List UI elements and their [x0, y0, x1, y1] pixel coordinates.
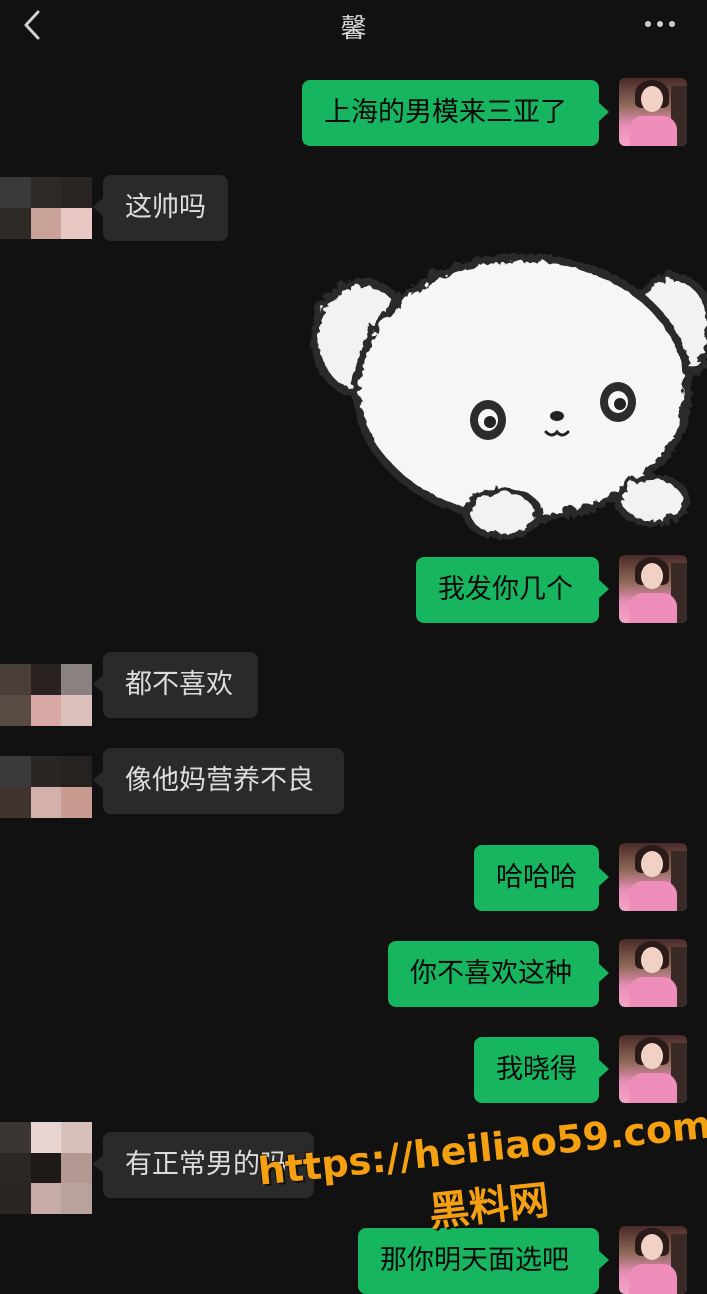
message-bubble-outgoing[interactable]: 你不喜欢这种 — [388, 941, 609, 1007]
my-avatar[interactable] — [619, 555, 687, 623]
contact-avatar-pixelated[interactable] — [0, 756, 92, 818]
contact-avatar-pixelated[interactable] — [0, 664, 92, 726]
my-avatar[interactable] — [619, 78, 687, 146]
my-avatar[interactable] — [619, 843, 687, 911]
my-avatar[interactable] — [619, 1035, 687, 1103]
message-bubble-outgoing[interactable]: 那你明天面选吧 — [358, 1228, 609, 1294]
message-bubble-outgoing[interactable]: 哈哈哈 — [474, 845, 609, 911]
my-avatar[interactable] — [619, 939, 687, 1007]
message-bubble-incoming[interactable]: 像他妈营养不良 — [93, 748, 344, 814]
contact-avatar-pixelated[interactable] — [0, 177, 92, 239]
my-avatar[interactable] — [619, 1226, 687, 1294]
message-bubble-outgoing[interactable]: 我发你几个 — [416, 557, 609, 623]
chat-header: 馨 — [0, 0, 707, 50]
chat-title: 馨 — [340, 14, 367, 44]
message-bubble-incoming[interactable]: 这帅吗 — [93, 175, 228, 241]
message-bubble-incoming[interactable]: 都不喜欢 — [93, 652, 258, 718]
more-dots-icon[interactable] — [640, 10, 680, 38]
contact-avatar-pixelated[interactable] — [0, 1122, 92, 1214]
message-bubble-outgoing[interactable]: 上海的男模来三亚了 — [302, 80, 609, 146]
white-fluffy-dog-sticker[interactable] — [300, 226, 707, 546]
message-bubble-outgoing[interactable]: 我晓得 — [474, 1037, 609, 1103]
